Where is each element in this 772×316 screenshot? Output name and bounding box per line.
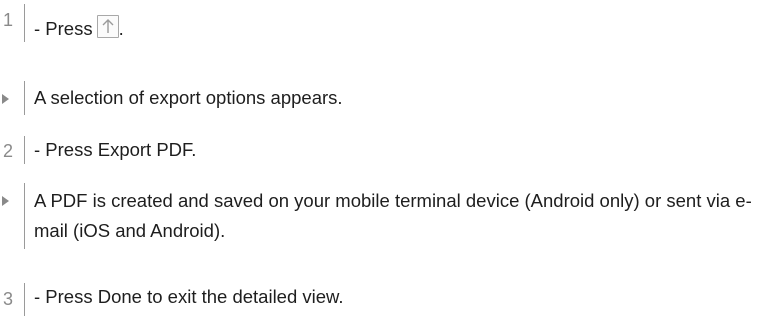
step-divider (24, 283, 25, 316)
step-number: 2 (2, 141, 13, 161)
step-number: 1 (2, 10, 13, 30)
result-arrow-icon (2, 94, 9, 104)
step-text: - Press Export PDF. (34, 139, 197, 160)
result-divider (24, 183, 25, 249)
step-number: 3 (2, 289, 13, 309)
step-text-before: - Press (34, 18, 93, 39)
step-text-after: . (118, 18, 124, 39)
result-arrow-icon (2, 196, 9, 206)
result-text: A PDF is created and saved on your mobil… (34, 190, 752, 241)
arrow-up-icon (96, 15, 119, 38)
result-text: A selection of export options appears. (34, 87, 343, 108)
result-divider (24, 81, 25, 115)
step-divider (24, 4, 25, 42)
step-text: - Press Done to exit the detailed view. (34, 286, 344, 307)
step-text: - Press. (34, 14, 124, 44)
step-divider (24, 136, 25, 164)
